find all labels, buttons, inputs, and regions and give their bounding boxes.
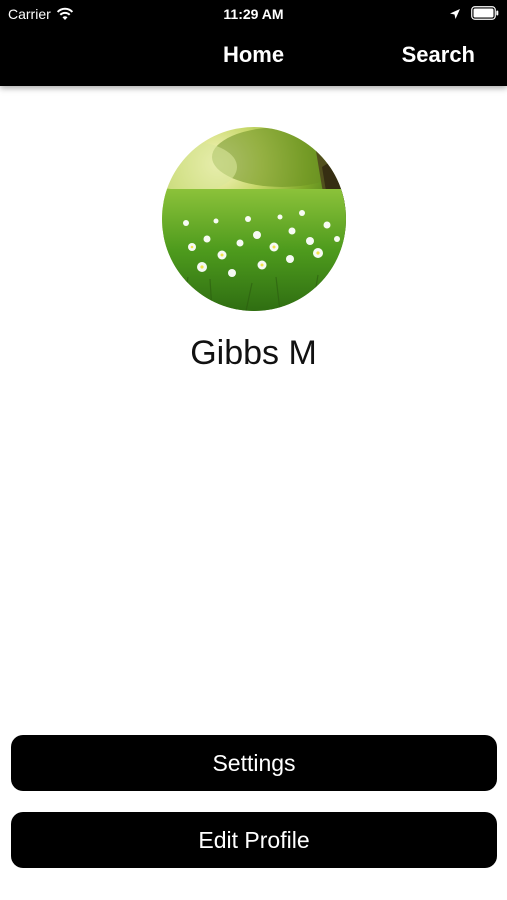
edit-profile-button[interactable]: Edit Profile	[11, 812, 497, 868]
nav-bar: Home Search	[0, 28, 507, 86]
avatar	[162, 127, 346, 311]
status-right-group	[449, 6, 499, 20]
settings-button-label: Settings	[212, 749, 296, 776]
search-button[interactable]: Search	[402, 42, 475, 68]
battery-icon	[471, 6, 499, 20]
status-time: 11:29 AM	[223, 6, 284, 22]
status-bar: Carrier 11:29 AM	[0, 0, 507, 28]
profile-name: Gibbs M	[190, 334, 317, 372]
profile-screen: Carrier 11:29 AM Home Search Gibbs M Set…	[0, 0, 507, 900]
location-arrow-icon	[449, 7, 461, 19]
header: Carrier 11:29 AM Home Search	[0, 0, 507, 86]
settings-button[interactable]: Settings	[11, 735, 497, 791]
meadow-image	[162, 127, 346, 311]
edit-profile-button-label: Edit Profile	[198, 826, 310, 853]
